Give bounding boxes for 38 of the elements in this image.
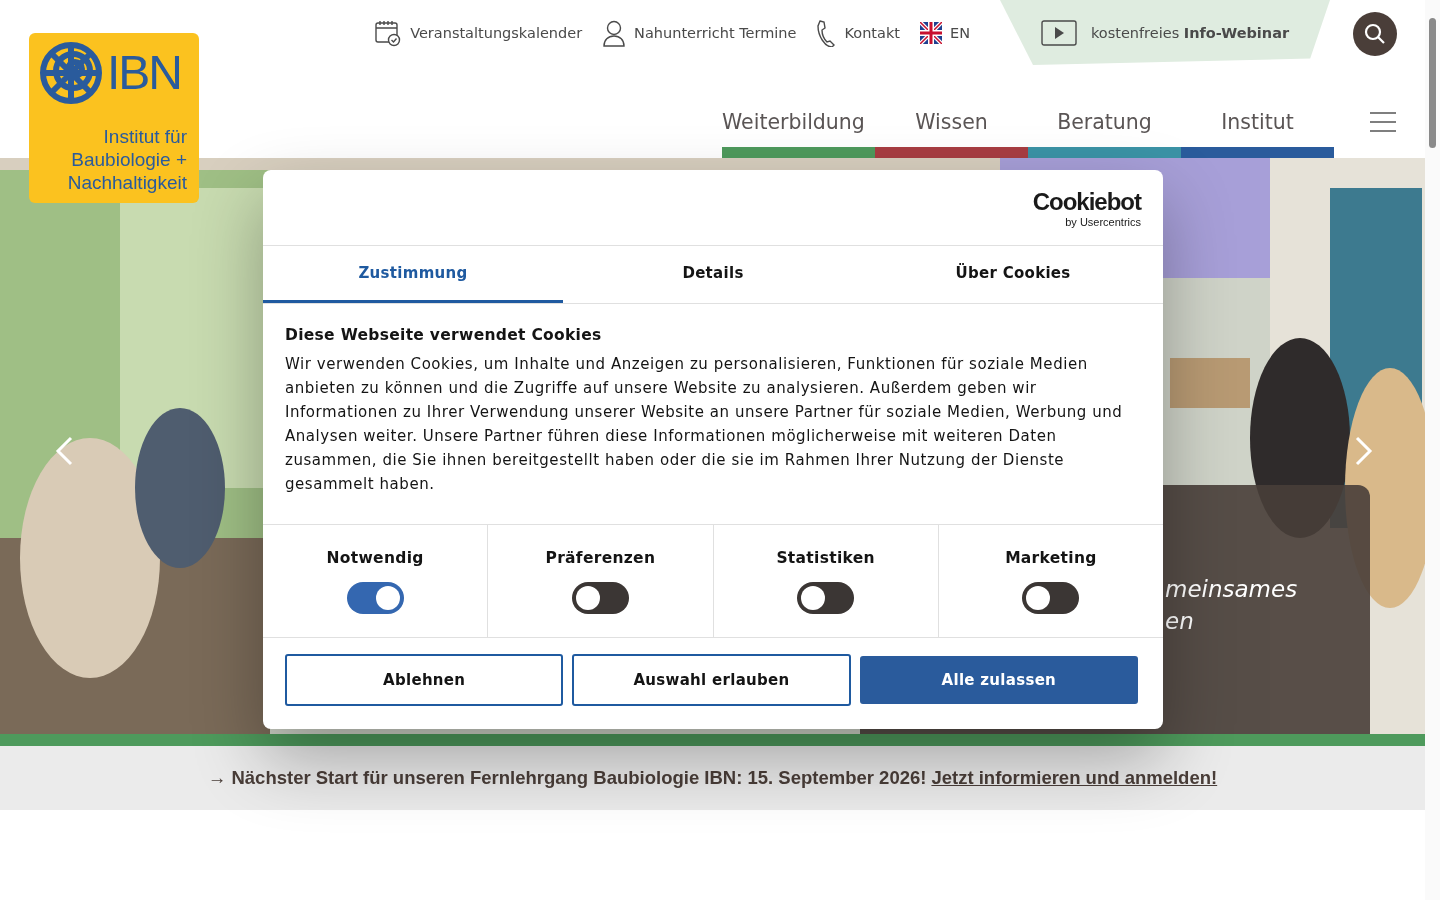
menu-icon[interactable] [1370,112,1396,132]
logo-subtitle: Institut für Baubiologie + Nachhaltigkeit [67,125,187,194]
logo[interactable]: IBN Institut für Baubiologie + Nachhaltigkeit [29,33,199,203]
category-label: Präferenzen [545,549,656,567]
play-icon [1040,19,1077,46]
announcement-link[interactable]: Jetzt informieren und anmelden! [931,767,1218,789]
dialog-tab[interactable]: Über Cookies [863,246,1163,303]
dialog-button[interactable]: Auswahl erlauben [572,654,851,706]
phone-icon [816,18,837,47]
search-button[interactable] [1353,12,1397,56]
uk-flag-icon [920,21,942,44]
allow-all-button[interactable]: Alle zulassen [859,656,1138,704]
announcement-text: → Nächster Start für unseren Fernlehrgang Baubiologie IBN: 15. September 2026! [207,767,927,789]
logo-text: IBN [107,45,181,100]
dialog-tab[interactable]: Zustimmung [263,246,563,303]
dialog-heading: Diese Webseite verwendet Cookies [285,326,603,344]
cookiebot-logo: Cookiebot by Usercentrics [1032,187,1141,228]
top-link[interactable]: Kontakt [816,18,900,47]
caption-text: meinsames [1165,575,1299,604]
toggle-switch[interactable] [571,582,629,614]
dialog-tab[interactable]: Details [563,246,863,303]
webinar-link[interactable]: kostenfreies Info-Webinar [1000,0,1330,65]
top-link[interactable]: Veranstaltungskalender [374,18,583,47]
category-label: Statistiken [776,549,875,567]
toggle-switch[interactable] [346,582,404,614]
dialog-button[interactable]: Ablehnen [285,654,564,706]
top-link[interactable]: EN [920,21,970,44]
category-label: Notwendig [326,549,424,567]
person-icon [602,18,627,47]
top-link[interactable]: Nahunterricht Termine [602,18,797,47]
toggle-switch[interactable] [797,582,855,614]
category-label: Marketing [1005,549,1097,567]
calendar-icon [374,18,403,47]
toggle-switch[interactable] [1022,582,1080,614]
search-icon [1364,23,1386,45]
dialog-text: Wir verwenden Cookies, um Inhalte und Anzeigen zu personalisieren, Funktionen für soziale Medien anbieten zu können und die Zugriffe auf unsere Website zu analysieren. Außerdem geben wir Informationen zu Ihrer Verwendung unserer Website an unsere Partner für soziale Medien, Werbung und Analysen weiter. Unsere Partner führen diese Informationen möglicherweise mit weiteren Daten zusammen, die Sie ihnen bereitgestellt haben oder die sie im Rahmen Ihrer Nutzung der Dienste gesammelt haben. [285,354,1124,495]
caption-text: en [1165,607,1195,636]
scrollbar[interactable] [1425,0,1440,900]
